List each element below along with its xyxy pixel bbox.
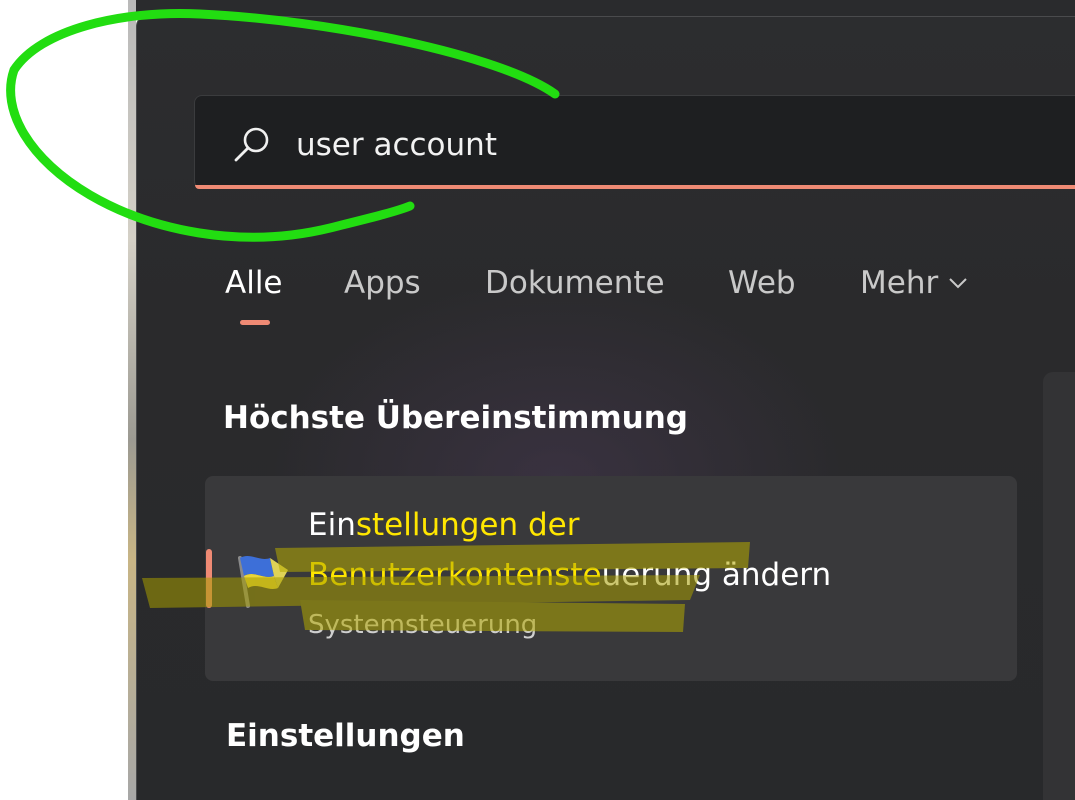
result-title-highlight-1: stellungen der <box>355 507 580 543</box>
best-match-heading: Höchste Übereinstimmung <box>223 400 688 436</box>
chevron-down-icon <box>949 277 967 288</box>
result-title-line-2: Benutzerkontensteuerung ändern <box>308 557 831 593</box>
result-title-plain-2: uerung ändern <box>601 557 832 593</box>
result-subtitle: Systemsteuerung <box>308 610 538 640</box>
tab-alle[interactable]: Alle <box>225 258 283 308</box>
tab-mehr[interactable]: Mehr <box>860 258 968 308</box>
active-tab-indicator <box>240 320 270 325</box>
screenshot-stage: Alle Apps Dokumente Web Mehr Höchste Übe… <box>0 0 1075 800</box>
tab-web[interactable]: Web <box>728 258 796 308</box>
result-title-plain-1: Ein <box>308 507 356 543</box>
search-input[interactable] <box>296 120 996 170</box>
result-title-line-1: Einstellungen der <box>308 507 580 543</box>
settings-heading: Einstellungen <box>226 718 465 754</box>
tab-apps[interactable]: Apps <box>344 258 421 308</box>
tab-mehr-label: Mehr <box>860 265 939 301</box>
taskbar-strip <box>128 0 1075 16</box>
result-title-highlight-2: Benutzerkontenste <box>308 557 602 593</box>
preview-pane <box>1043 372 1075 800</box>
desktop-background-strip <box>128 0 136 800</box>
selection-indicator <box>206 549 212 608</box>
uac-flag-icon <box>238 556 288 608</box>
tab-dokumente[interactable]: Dokumente <box>485 258 665 308</box>
search-icon <box>234 127 269 162</box>
